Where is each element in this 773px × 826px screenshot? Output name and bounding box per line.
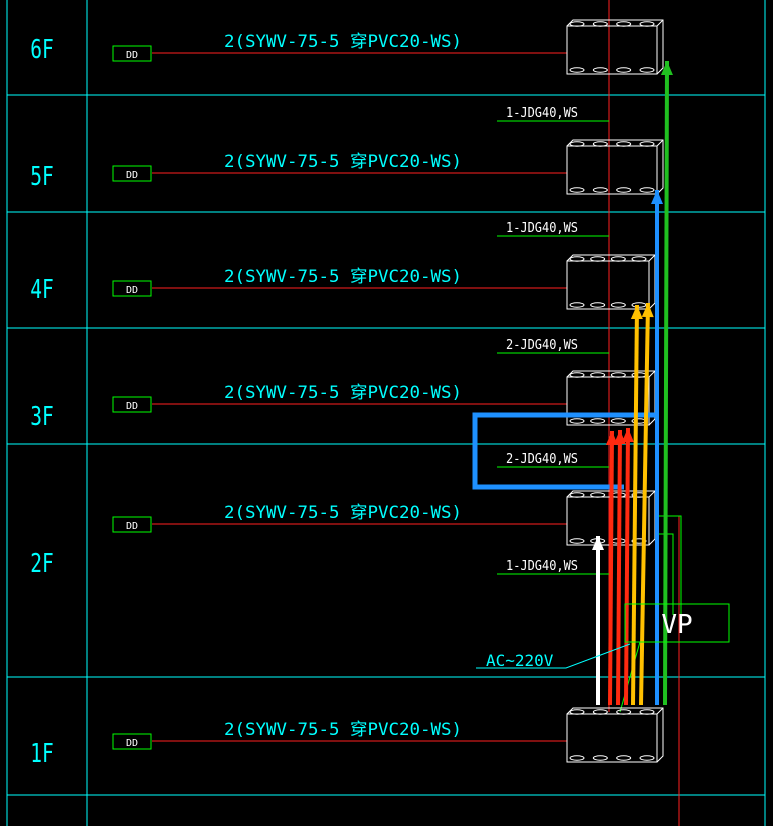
red-arrow-shaft	[616, 429, 622, 706]
tv-outlet-label: DD	[126, 401, 138, 412]
cable-spec-label: 2(SYWV-75-5 穿PVC20-WS)	[224, 383, 462, 403]
conduit-label: 1-JDG40,WS	[506, 221, 578, 236]
riser-diagram: 6F DD 2(SYWV-75-5 穿PVC20-WS) 5F DD 2(SYWV-75-…	[0, 0, 773, 826]
red-arrow-shaft	[608, 430, 614, 706]
red-arrow-shaft	[624, 427, 630, 706]
floor-label: 1F	[30, 739, 53, 768]
tv-outlet-label: DD	[126, 738, 138, 749]
conduit-label: 2-JDG40,WS	[506, 452, 578, 467]
vp-label: VP	[661, 610, 692, 640]
cable-spec-label: 2(SYWV-75-5 穿PVC20-WS)	[224, 152, 462, 172]
conduit-label: 2-JDG40,WS	[506, 338, 578, 353]
floor-label: 2F	[30, 549, 53, 578]
power-label: AC~220V	[486, 651, 554, 670]
conduit-label: 1-JDG40,WS	[506, 106, 578, 121]
tv-outlet-label: DD	[126, 521, 138, 532]
cable-spec-label: 2(SYWV-75-5 穿PVC20-WS)	[224, 32, 462, 52]
floor-label: 4F	[30, 275, 53, 304]
cable-spec-label: 2(SYWV-75-5 穿PVC20-WS)	[224, 503, 462, 523]
floor-label: 6F	[30, 35, 53, 64]
cable-spec-label: 2(SYWV-75-5 穿PVC20-WS)	[224, 267, 462, 287]
tv-outlet-label: DD	[126, 50, 138, 61]
floor-label: 3F	[30, 402, 53, 431]
tv-outlet-label: DD	[126, 170, 138, 181]
conduit-label: 1-JDG40,WS	[506, 559, 578, 574]
green-arrow-shaft	[663, 60, 669, 706]
floor-label: 5F	[30, 162, 53, 191]
cable-spec-label: 2(SYWV-75-5 穿PVC20-WS)	[224, 720, 462, 740]
tv-outlet-label: DD	[126, 285, 138, 296]
